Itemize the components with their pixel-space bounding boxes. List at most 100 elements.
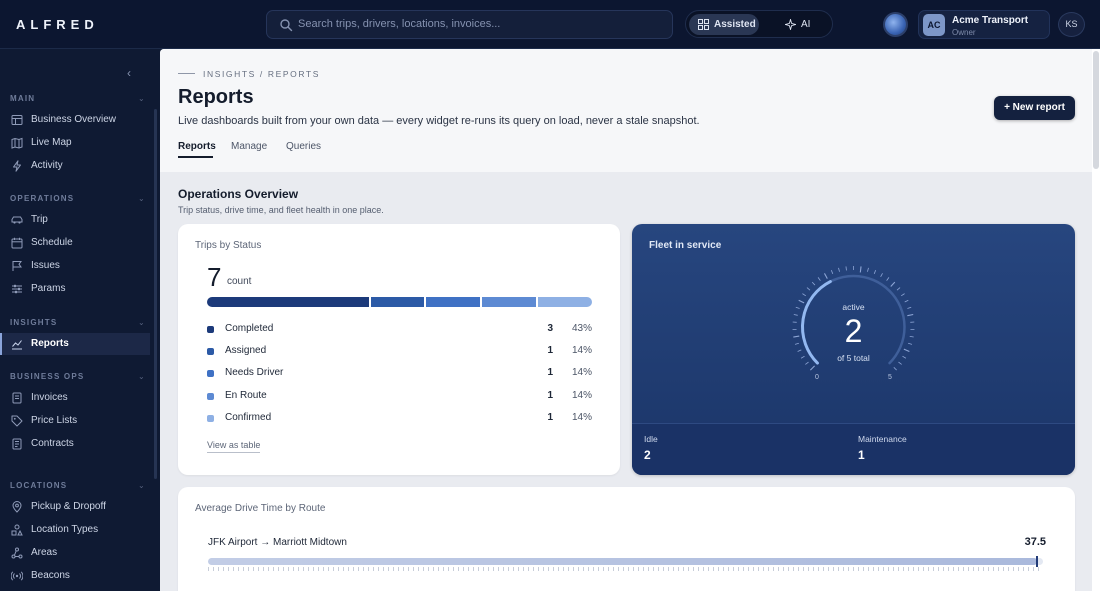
sidebar-item-business-overview[interactable]: Business Overview [0,109,150,131]
main-scrollbar[interactable] [1092,49,1100,591]
sidebar-item-label: Pickup & Dropoff [31,501,106,512]
chevron-down-icon[interactable]: ⌄ [138,94,145,103]
trips-total: 7 [207,262,222,292]
account-switcher[interactable]: AC Acme Transport Owner [918,10,1050,39]
search-input[interactable]: Search trips, drivers, locations, invoic… [298,18,500,30]
sidebar-scrollbar[interactable] [154,109,157,479]
app-logo[interactable]: ALFRED [16,17,99,32]
sidebar-item-contracts[interactable]: Contracts [0,433,150,455]
grid-icon [698,19,709,30]
global-search[interactable]: Search trips, drivers, locations, invoic… [266,10,673,39]
gauge-tick [797,349,802,352]
sidebar-item-label: Activity [31,160,63,171]
chevron-down-icon[interactable]: ⌄ [138,318,145,327]
chart-icon [12,340,22,350]
assistant-orb-icon[interactable] [883,12,908,37]
page-description: Live dashboards built from your own data… [178,115,700,127]
average-drive-time-card: Average Drive Time by Route JFK Airport … [178,487,1075,591]
sidebar-item-issues[interactable]: Issues [0,255,150,277]
status-count: 3 [547,323,553,334]
status-row-completed: Completed 3 43% [207,323,592,337]
gauge-tick [896,287,901,291]
main-content: INSIGHTS / REPORTS Reports Live dashboar… [160,49,1100,591]
user-avatar[interactable]: KS [1058,12,1085,37]
view-as-table-link[interactable]: View as table [207,440,261,453]
gauge-value: 2 [844,313,863,349]
sidebar-item-activity[interactable]: Activity [0,155,150,177]
sidebar-item-live-map[interactable]: Live Map [0,132,150,154]
sidebar-item-label: Contracts [31,438,74,449]
sliders-icon [12,284,22,294]
sidebar-item-areas[interactable]: Areas [0,542,150,564]
tag-icon [11,415,23,427]
shapes-icon [11,524,23,536]
legend-swatch [207,326,214,333]
chevron-down-icon[interactable]: ⌄ [138,372,145,381]
sidebar-item-label: Schedule [31,237,73,248]
sidebar-item-pickup-dropoff[interactable]: Pickup & Dropoff [0,496,150,518]
tab-queries[interactable]: Queries [286,141,321,152]
gauge-tick [823,273,828,279]
mode-switch: Assisted AI [685,10,833,38]
status-distribution-bar [207,297,592,307]
fleet-stats: Idle 2 Maintenance 1 [632,423,1075,475]
sidebar-item-price-lists[interactable]: Price Lists [0,410,150,432]
sidebar-section-operations: OPERATIONS [10,194,75,203]
section-title: Operations Overview [178,187,299,201]
sidebar-item-label: Areas [31,547,58,558]
bolt-icon [13,160,21,172]
scrollbar-thumb[interactable] [1093,51,1099,169]
assisted-mode-button[interactable]: Assisted [689,14,759,35]
gauge-tick [811,281,816,286]
trips-total-unit: count [227,276,252,287]
gauge-tick [830,270,834,275]
breadcrumb: INSIGHTS / REPORTS [203,69,320,79]
sidebar-item-label: Location Types [31,524,99,535]
section-description: Trip status, drive time, and fleet healt… [178,205,384,215]
status-segment-en-route [482,297,537,307]
page-header: INSIGHTS / REPORTS Reports Live dashboar… [160,49,1092,172]
gauge-label: active [842,302,865,312]
gauge-min-label: 0 [815,374,819,381]
sidebar-item-label: Live Map [31,137,72,148]
status-percent: 14% [571,390,592,401]
tab-reports[interactable]: Reports [178,141,216,152]
trips-by-status-card: Trips by Status 7 count Completed 3 43% … [178,224,620,475]
sidebar-item-trip[interactable]: Trip [0,209,150,231]
new-report-button[interactable]: + New report [994,96,1075,120]
gauge-tick [802,293,807,297]
gauge-tick [806,287,811,291]
legend-swatch [207,348,214,355]
fleet-in-service-card: Fleet in service active 2 of 5 total 0 5… [632,224,1075,475]
gauge-tick [817,277,821,281]
gauge-tick [880,273,883,278]
status-row-confirmed: Confirmed 1 14% [207,412,592,426]
sidebar-item-beacons[interactable]: Beacons [0,565,150,587]
sidebar-item-label: Invoices [31,392,68,403]
ai-mode-button[interactable]: AI [776,14,816,35]
tab-manage[interactable]: Manage [231,141,267,152]
sidebar-item-invoices[interactable]: Invoices [0,387,150,409]
sidebar-item-reports[interactable]: Reports [0,333,150,355]
status-label: Assigned [225,345,267,356]
chevron-down-icon[interactable]: ⌄ [138,481,145,490]
status-segment-needs-driver [426,297,481,307]
sidebar-item-schedule[interactable]: Schedule [0,232,150,254]
document-icon [12,392,22,404]
gauge-tick [900,293,905,297]
account-name: Acme Transport [952,15,1029,26]
sidebar-item-location-types[interactable]: Location Types [0,519,150,541]
status-percent: 14% [571,367,592,378]
ai-mode-label: AI [801,19,811,30]
chevron-down-icon[interactable]: ⌄ [138,194,145,203]
sparkle-icon [785,19,796,30]
sidebar-section-main: MAIN [10,94,36,103]
breadcrumb-divider [178,73,195,74]
broadcast-icon [11,571,23,581]
route-bar-fill [208,558,1038,565]
status-segment-confirmed [538,297,592,307]
status-label: Confirmed [225,412,272,423]
sidebar-item-params[interactable]: Params [0,278,150,300]
page-title: Reports [178,86,254,108]
collapse-sidebar-icon[interactable]: ‹ [127,67,139,79]
